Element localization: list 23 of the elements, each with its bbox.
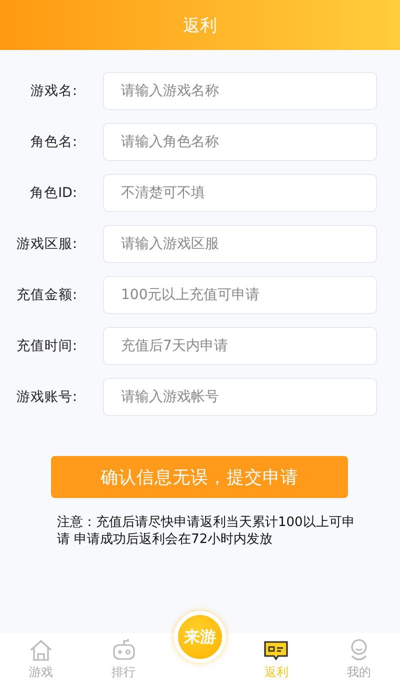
- tab-item[interactable]: 我的: [318, 633, 400, 685]
- field-label: 游戏区服:: [15, 235, 77, 253]
- input-field[interactable]: 请输入游戏区服: [103, 225, 377, 263]
- tab-item[interactable]: 返利: [235, 633, 318, 685]
- gamepad-icon: [110, 637, 137, 663]
- tab-item[interactable]: 游戏: [0, 633, 82, 685]
- page-title: 返利: [183, 14, 217, 36]
- input-field[interactable]: 请输入游戏帐号: [103, 378, 377, 416]
- field-label: 游戏账号:: [15, 388, 77, 406]
- field-label: 游戏名:: [29, 82, 77, 100]
- field-label: 充值时间:: [15, 337, 77, 355]
- input-field[interactable]: 不清楚可不填: [103, 174, 377, 212]
- input-field[interactable]: 请输入游戏名称: [103, 72, 377, 110]
- home-icon: [28, 637, 54, 663]
- input-field[interactable]: 100元以上充值可申请: [103, 276, 377, 314]
- field-label: 角色名:: [29, 133, 77, 151]
- input-field[interactable]: 充值后7天内申请: [103, 327, 377, 365]
- submit-button[interactable]: 确认信息无误，提交申请: [51, 456, 348, 498]
- input-field[interactable]: 请输入角色名称: [103, 123, 377, 161]
- field-label: 充值金额:: [15, 286, 77, 304]
- field-label: 角色ID:: [29, 184, 77, 202]
- notice-text: 注意：充值后请尽快申请返利当天累计100以上可申请 申请成功后返利会在72小时内发放: [57, 514, 356, 548]
- tab-item[interactable]: 排行: [82, 633, 165, 685]
